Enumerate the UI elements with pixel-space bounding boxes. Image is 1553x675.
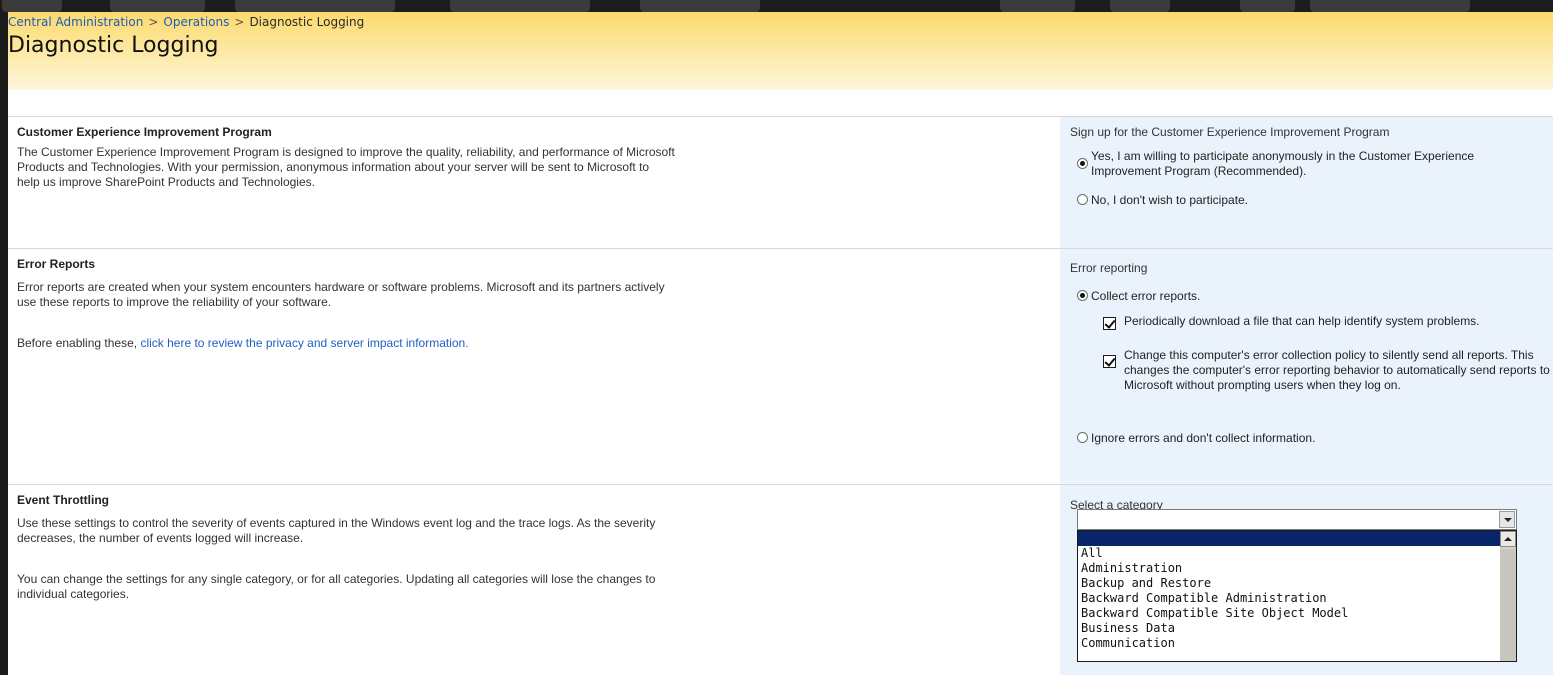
left-frame-border bbox=[0, 12, 8, 675]
category-dropdown-list[interactable]: All Administration Backup and Restore Ba… bbox=[1077, 530, 1517, 662]
page-header: Central Administration > Operations > Diagno… bbox=[8, 12, 1553, 90]
category-option[interactable]: Backup and Restore bbox=[1078, 576, 1516, 591]
category-option[interactable]: Administration bbox=[1078, 561, 1516, 576]
checkmark-icon bbox=[1104, 317, 1116, 329]
section-divider bbox=[8, 484, 1553, 485]
privacy-impact-link[interactable]: click here to review the privacy and ser… bbox=[140, 336, 468, 350]
radio-selected-dot bbox=[1080, 161, 1085, 166]
privacy-note-prefix: Before enabling these, bbox=[17, 336, 138, 350]
ceip-yes-label[interactable]: Yes, I am willing to participate anonymo… bbox=[1091, 149, 1491, 179]
page-title: Diagnostic Logging bbox=[8, 33, 219, 58]
periodic-download-label[interactable]: Periodically download a file that can he… bbox=[1124, 314, 1524, 329]
scrollbar-thumb[interactable] bbox=[1500, 549, 1516, 661]
ignore-errors-radio[interactable] bbox=[1077, 432, 1088, 443]
category-option[interactable]: All bbox=[1078, 546, 1516, 561]
breadcrumb-separator: > bbox=[148, 15, 159, 29]
scroll-up-arrow-icon[interactable] bbox=[1500, 531, 1516, 547]
category-option[interactable]: Business Data bbox=[1078, 621, 1516, 636]
checkmark-icon bbox=[1104, 355, 1116, 367]
radio-selected-dot bbox=[1080, 293, 1085, 298]
breadcrumb-central-administration[interactable]: Central Administration bbox=[8, 15, 143, 29]
periodic-download-checkbox[interactable] bbox=[1103, 317, 1116, 330]
ceip-no-label[interactable]: No, I don't wish to participate. bbox=[1091, 193, 1248, 208]
error-reports-section-title: Error Reports bbox=[17, 257, 96, 271]
breadcrumb-current: Diagnostic Logging bbox=[249, 15, 365, 29]
event-throttling-description: Use these settings to control the severi… bbox=[17, 516, 656, 545]
breadcrumb: Central Administration > Operations > Diagno… bbox=[8, 15, 364, 29]
ceip-control-label: Sign up for the Customer Experience Impr… bbox=[1070, 125, 1390, 139]
page-content: Central Administration > Operations > Diagno… bbox=[8, 12, 1553, 675]
ceip-yes-radio[interactable] bbox=[1077, 158, 1088, 169]
dropdown-arrow-icon[interactable] bbox=[1499, 511, 1515, 528]
collect-error-reports-label[interactable]: Collect error reports. bbox=[1091, 289, 1200, 304]
event-throttling-section-title: Event Throttling bbox=[17, 493, 109, 507]
category-option[interactable]: Backward Compatible Administration bbox=[1078, 591, 1516, 606]
section-divider bbox=[8, 116, 1553, 117]
error-reports-description: Error reports are created when your syst… bbox=[17, 280, 665, 309]
ignore-errors-label[interactable]: Ignore errors and don't collect informat… bbox=[1091, 431, 1315, 446]
breadcrumb-operations[interactable]: Operations bbox=[163, 15, 229, 29]
window-chrome bbox=[0, 0, 1553, 12]
dropdown-scrollbar[interactable] bbox=[1500, 531, 1516, 661]
category-option-blank[interactable] bbox=[1078, 531, 1516, 546]
section-divider bbox=[8, 248, 1553, 249]
collect-error-reports-radio[interactable] bbox=[1077, 290, 1088, 301]
category-option[interactable]: Backward Compatible Site Object Model bbox=[1078, 606, 1516, 621]
event-throttling-categories-note: You can change the settings for any sing… bbox=[17, 572, 656, 601]
category-option[interactable]: Communication bbox=[1078, 636, 1516, 651]
error-reporting-control-label: Error reporting bbox=[1070, 261, 1148, 275]
error-policy-label[interactable]: Change this computer's error collection … bbox=[1124, 348, 1552, 393]
ceip-section-title: Customer Experience Improvement Program bbox=[17, 125, 272, 139]
ceip-no-radio[interactable] bbox=[1077, 194, 1088, 205]
ceip-description: The Customer Experience Improvement Prog… bbox=[17, 145, 675, 189]
error-policy-checkbox[interactable] bbox=[1103, 355, 1116, 368]
breadcrumb-separator: > bbox=[234, 15, 245, 29]
category-select[interactable] bbox=[1077, 509, 1517, 530]
privacy-note: Before enabling these, click here to rev… bbox=[17, 336, 675, 351]
